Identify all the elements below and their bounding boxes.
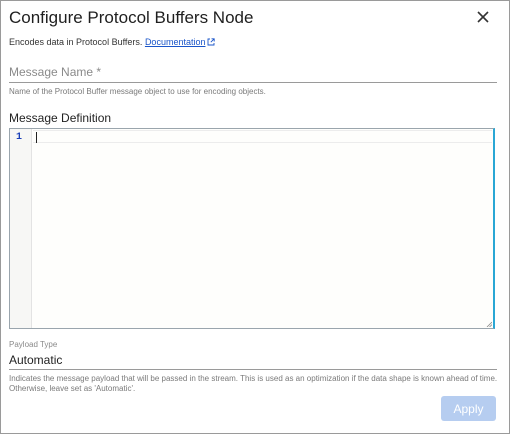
active-line-highlight xyxy=(33,130,492,143)
payload-type-helper: Indicates the message payload that will … xyxy=(9,374,498,393)
subtitle-text: Encodes data in Protocol Buffers. xyxy=(9,37,143,47)
external-link-icon xyxy=(208,38,216,46)
message-name-input[interactable] xyxy=(9,61,497,82)
close-button[interactable] xyxy=(475,9,491,25)
payload-type-select[interactable]: Automatic xyxy=(9,351,497,370)
documentation-link[interactable]: Documentation xyxy=(145,37,206,47)
message-name-helper: Name of the Protocol Buffer message obje… xyxy=(9,87,266,96)
message-definition-editor[interactable]: 1 xyxy=(9,128,495,329)
resize-handle-icon[interactable] xyxy=(486,321,492,327)
apply-button[interactable]: Apply xyxy=(441,396,496,421)
editor-gutter: 1 xyxy=(10,129,32,328)
message-definition-label: Message Definition xyxy=(9,111,112,125)
dialog-title: Configure Protocol Buffers Node xyxy=(9,8,254,27)
line-number: 1 xyxy=(16,132,23,143)
message-name-field[interactable] xyxy=(9,61,497,83)
payload-type-label: Payload Type xyxy=(9,340,58,349)
text-cursor xyxy=(36,132,37,143)
configure-dialog: Configure Protocol Buffers Node Encodes … xyxy=(0,0,510,434)
payload-type-value: Automatic xyxy=(9,353,63,367)
close-icon xyxy=(477,11,489,23)
dialog-subtitle: Encodes data in Protocol Buffers. Docume… xyxy=(9,36,216,48)
